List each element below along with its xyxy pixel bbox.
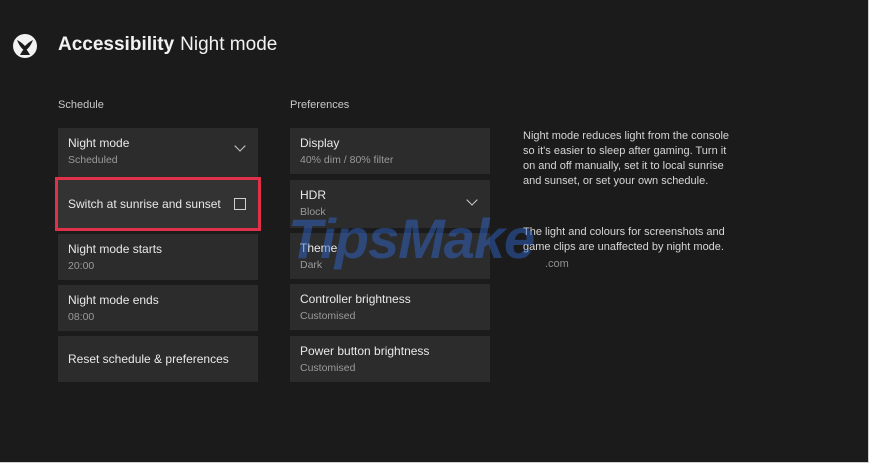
switch-sunrise-sunset-toggle[interactable]: Switch at sunrise and sunset (55, 177, 261, 231)
xbox-logo-icon (13, 34, 37, 58)
schedule-heading: Schedule (58, 99, 104, 111)
watermark-suffix: .com (545, 258, 569, 270)
checkbox[interactable] (234, 198, 246, 210)
night-mode-starts-button[interactable]: Night mode starts 20:00 (58, 234, 258, 280)
night-mode-starts-label: Night mode starts (68, 242, 163, 256)
page-title: Accessibility Night mode (58, 34, 277, 56)
power-button-brightness-label: Power button brightness (300, 344, 430, 358)
controller-brightness-label: Controller brightness (300, 292, 411, 306)
description-paragraph: Night mode reduces light from the consol… (523, 130, 730, 187)
page-title-section: Accessibility (58, 34, 175, 55)
power-button-brightness-value: Customised (300, 362, 356, 374)
watermark: TipsMake (288, 207, 535, 270)
night-mode-ends-label: Night mode ends (68, 293, 159, 307)
night-mode-label: Night mode (68, 136, 130, 150)
display-label: Display (300, 136, 340, 150)
controller-brightness-value: Customised (300, 310, 356, 322)
switch-sunrise-sunset-label: Switch at sunrise and sunset (68, 197, 221, 211)
night-mode-starts-value: 20:00 (68, 260, 95, 272)
description-note: The light and colours for screenshots an… (523, 226, 725, 253)
reset-schedule-button[interactable]: Reset schedule & preferences (58, 336, 258, 382)
night-mode-value: Scheduled (68, 154, 118, 166)
hdr-label: HDR (300, 188, 326, 202)
controller-brightness-button[interactable]: Controller brightness Customised (290, 284, 490, 330)
page-title-page: Night mode (180, 34, 278, 55)
xbox-screen: Accessibility Night mode Schedule Night m… (0, 0, 869, 463)
display-value: 40% dim / 80% filter (300, 154, 394, 166)
night-mode-ends-button[interactable]: Night mode ends 08:00 (58, 285, 258, 331)
night-mode-dropdown[interactable]: Night mode Scheduled (58, 128, 258, 177)
reset-schedule-label: Reset schedule & preferences (68, 352, 229, 366)
night-mode-ends-value: 08:00 (68, 311, 95, 323)
display-button[interactable]: Display 40% dim / 80% filter (290, 128, 490, 174)
preferences-heading: Preferences (290, 99, 350, 111)
power-button-brightness-button[interactable]: Power button brightness Customised (290, 336, 490, 382)
